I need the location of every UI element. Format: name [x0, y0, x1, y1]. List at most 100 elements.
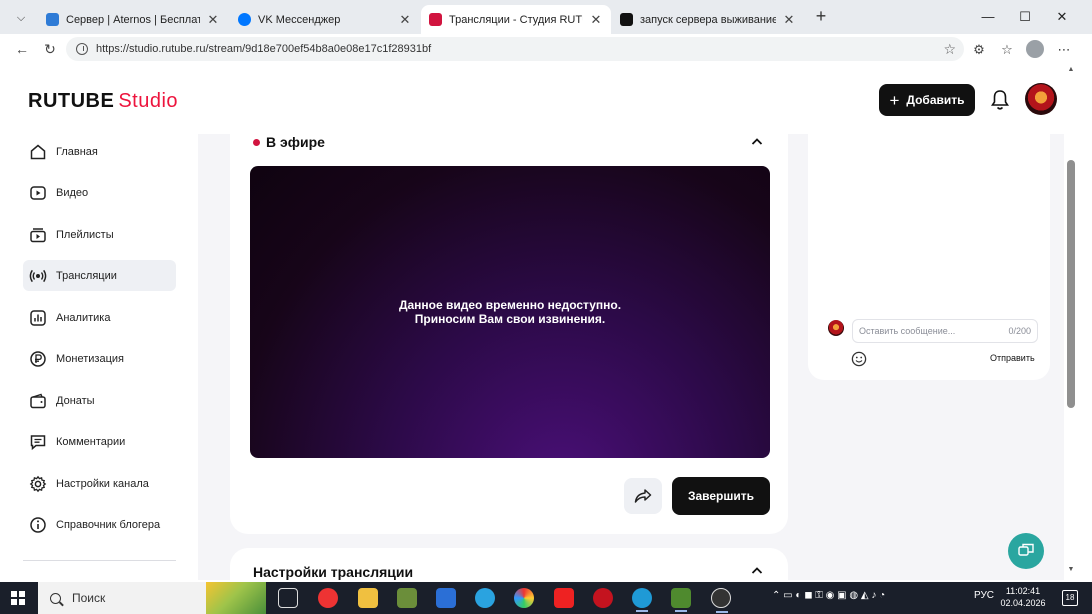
extensions-icon[interactable]: ⚙: [970, 41, 988, 59]
tab-rutube-studio[interactable]: Трансляции - Студия RUTUBE ✕: [421, 5, 611, 34]
obs-icon[interactable]: [711, 588, 731, 613]
video-apology-text: Приносим Вам свои извинения.: [414, 312, 606, 326]
studio-header: RUTUBE Studio + Добавить: [8, 64, 1078, 134]
rutube-studio-logo[interactable]: RUTUBE Studio: [28, 90, 178, 113]
rutube-dark-favicon-icon: [620, 13, 633, 26]
tab-close-icon[interactable]: ✕: [782, 12, 796, 28]
live-indicator-icon: [253, 138, 260, 146]
edge-icon[interactable]: [632, 588, 652, 612]
scroll-down-arrow-icon[interactable]: ▼: [1066, 566, 1076, 573]
browser-tab-strip: ⌵ Сервер | Aternos | Бесплатный сервер ✕…: [0, 0, 1092, 34]
sidebar-item-label: Видео: [56, 186, 89, 199]
vk-favicon-icon: [238, 13, 251, 26]
input-language[interactable]: РУС: [974, 590, 994, 601]
sidebar-divider: [23, 560, 176, 561]
user-avatar[interactable]: [1025, 83, 1057, 115]
sidebar-item-video[interactable]: Видео: [23, 177, 176, 208]
tray-icons[interactable]: ⌃ ▭ ◐ ◼ ⚿ ◉ ▣ ◍ ◭ ♪ ◔: [772, 590, 885, 601]
sidebar-item-home[interactable]: Главная: [23, 136, 176, 167]
telegram-icon[interactable]: [475, 588, 495, 608]
clock-date: 02.04.2026: [1000, 598, 1046, 608]
tab-close-icon[interactable]: ✕: [589, 12, 603, 28]
bell-icon[interactable]: [990, 89, 1010, 111]
windows-taskbar: Поиск ⌃ ▭ ◐ ◼ ⚿ ◉ ▣ ◍ ◭ ♪ ◔ РУС 11:02:41…: [0, 582, 1092, 614]
minecraft-launcher-icon[interactable]: [671, 588, 691, 612]
broadcast-settings-card: Настройки трансляции: [230, 548, 788, 580]
sidebar-item-playlists[interactable]: Плейлисты: [23, 219, 176, 250]
tab-aternos[interactable]: Сервер | Aternos | Бесплатный сервер ✕: [38, 5, 228, 34]
yandex-browser-icon[interactable]: [318, 588, 338, 608]
notification-center-icon[interactable]: 18: [1062, 590, 1078, 606]
sidebar-item-channel-settings[interactable]: Настройки канала: [23, 468, 176, 499]
taskbar-clock[interactable]: 11:02:41 02.04.2026: [1000, 585, 1046, 609]
end-broadcast-button[interactable]: Завершить: [672, 477, 770, 515]
share-button[interactable]: [624, 478, 662, 514]
wallet-icon: [30, 393, 46, 408]
add-button-label: Добавить: [906, 93, 965, 107]
tab-close-icon[interactable]: ✕: [206, 12, 220, 28]
minimize-icon[interactable]: —: [978, 8, 998, 26]
add-button[interactable]: + Добавить: [879, 84, 975, 116]
sidebar-item-broadcasts[interactable]: Трансляции: [23, 260, 176, 291]
sidebar-item-blogger-guide[interactable]: Справочник блогера: [23, 509, 176, 540]
maximize-icon[interactable]: ☐: [1015, 8, 1035, 26]
taskbar-search-label: Поиск: [72, 591, 106, 605]
browser-menu-icon[interactable]: ⋯: [1055, 41, 1073, 59]
chevron-up-icon[interactable]: [751, 136, 763, 148]
tab-close-icon[interactable]: ✕: [398, 12, 412, 28]
sidebar-item-analytics[interactable]: Аналитика: [23, 302, 176, 333]
help-chat-button[interactable]: [1008, 533, 1044, 569]
chevron-up-icon[interactable]: [751, 565, 763, 577]
home-icon: [30, 144, 46, 159]
support-chat-icon: [1018, 543, 1034, 556]
gear-icon: [29, 475, 47, 492]
minecraft-icon[interactable]: [397, 588, 417, 608]
yandex-icon[interactable]: [554, 588, 574, 608]
scroll-up-arrow-icon[interactable]: ▲: [1066, 66, 1076, 73]
search-icon: [50, 592, 61, 604]
ruble-icon: [30, 350, 46, 367]
chat-message-input[interactable]: Оставить сообщение... 0/200: [852, 319, 1038, 343]
tab-title: VK Мессенджер: [258, 13, 341, 26]
search-highlight-image: [206, 582, 266, 614]
reload-icon[interactable]: ↻: [40, 40, 60, 58]
window-close-icon[interactable]: ✕: [1052, 8, 1072, 26]
emoji-icon[interactable]: [851, 351, 867, 367]
windows-start-icon[interactable]: [11, 591, 25, 605]
sidebar-item-label: Главная: [56, 145, 98, 158]
new-tab-button[interactable]: +: [811, 7, 831, 27]
opera-icon[interactable]: [593, 588, 613, 608]
tab-server-launch[interactable]: запуск сервера выживание 1.16.5 ✕: [612, 5, 804, 34]
clock-time: 11:02:41: [1005, 586, 1041, 596]
sidebar-item-monetization[interactable]: Монетизация: [23, 343, 176, 374]
tab-search-icon[interactable]: ⌵: [10, 8, 32, 28]
sidebar: Главная Видео Плейлисты Трансляции Анали…: [8, 134, 198, 580]
browser-toolbar: ← ↻ https://studio.rutube.ru/stream/9d18…: [0, 34, 1092, 64]
chat-char-counter: 0/200: [1008, 326, 1031, 336]
back-icon[interactable]: ←: [12, 40, 32, 58]
video-player[interactable]: Данное видео временно недоступно. Принос…: [250, 166, 770, 458]
microsoft-store-icon[interactable]: [436, 588, 456, 608]
live-broadcast-card: В эфире Данное видео временно недоступно…: [230, 134, 788, 534]
address-bar[interactable]: https://studio.rutube.ru/stream/9d18e700…: [66, 37, 964, 61]
task-view-icon[interactable]: [278, 588, 298, 608]
tab-title: Сервер | Aternos | Бесплатный сервер: [66, 13, 200, 26]
bookmark-star-icon[interactable]: ☆: [943, 41, 956, 58]
tab-title: запуск сервера выживание 1.16.5: [640, 13, 776, 26]
taskbar-search[interactable]: Поиск: [38, 582, 266, 614]
sidebar-item-donations[interactable]: Донаты: [23, 385, 176, 416]
comment-icon: [30, 434, 46, 450]
favorites-icon[interactable]: ☆: [998, 41, 1016, 59]
tab-vk-messenger[interactable]: VK Мессенджер ✕: [230, 5, 420, 34]
site-info-icon[interactable]: [76, 43, 88, 55]
chrome-icon[interactable]: [514, 588, 534, 608]
browser-profile-icon[interactable]: [1026, 40, 1044, 58]
sidebar-item-label: Аналитика: [56, 311, 111, 324]
plus-icon: +: [889, 90, 900, 110]
file-explorer-icon[interactable]: [358, 588, 378, 608]
live-section-title: В эфире: [253, 134, 325, 150]
sidebar-item-comments[interactable]: Комментарии: [23, 426, 176, 457]
chat-placeholder: Оставить сообщение...: [859, 326, 956, 336]
scrollbar-thumb[interactable]: [1067, 160, 1075, 408]
chat-send-button[interactable]: Отправить: [990, 353, 1035, 363]
